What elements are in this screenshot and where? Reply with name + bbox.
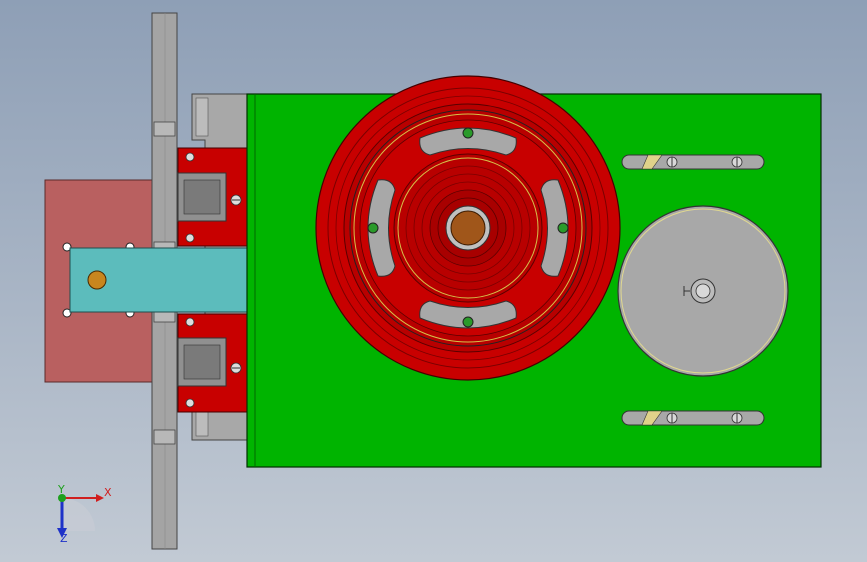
upper-slider-block[interactable] (177, 147, 249, 247)
lower-slider-block[interactable] (177, 313, 249, 413)
pulley-hub[interactable] (445, 205, 491, 251)
round-disc[interactable] (617, 205, 789, 377)
x-axis-arrow-icon (96, 494, 104, 502)
cad-viewport[interactable]: X Y Z (0, 0, 867, 562)
z-axis-label: Z (60, 532, 68, 545)
upper-slot-plate[interactable] (621, 154, 765, 170)
teal-arm[interactable] (69, 247, 251, 313)
x-axis-label: X (104, 486, 112, 499)
y-axis-label: Y (57, 483, 65, 496)
coordinate-triad: X Y Z (57, 483, 112, 545)
lower-slot-plate[interactable] (621, 410, 765, 426)
